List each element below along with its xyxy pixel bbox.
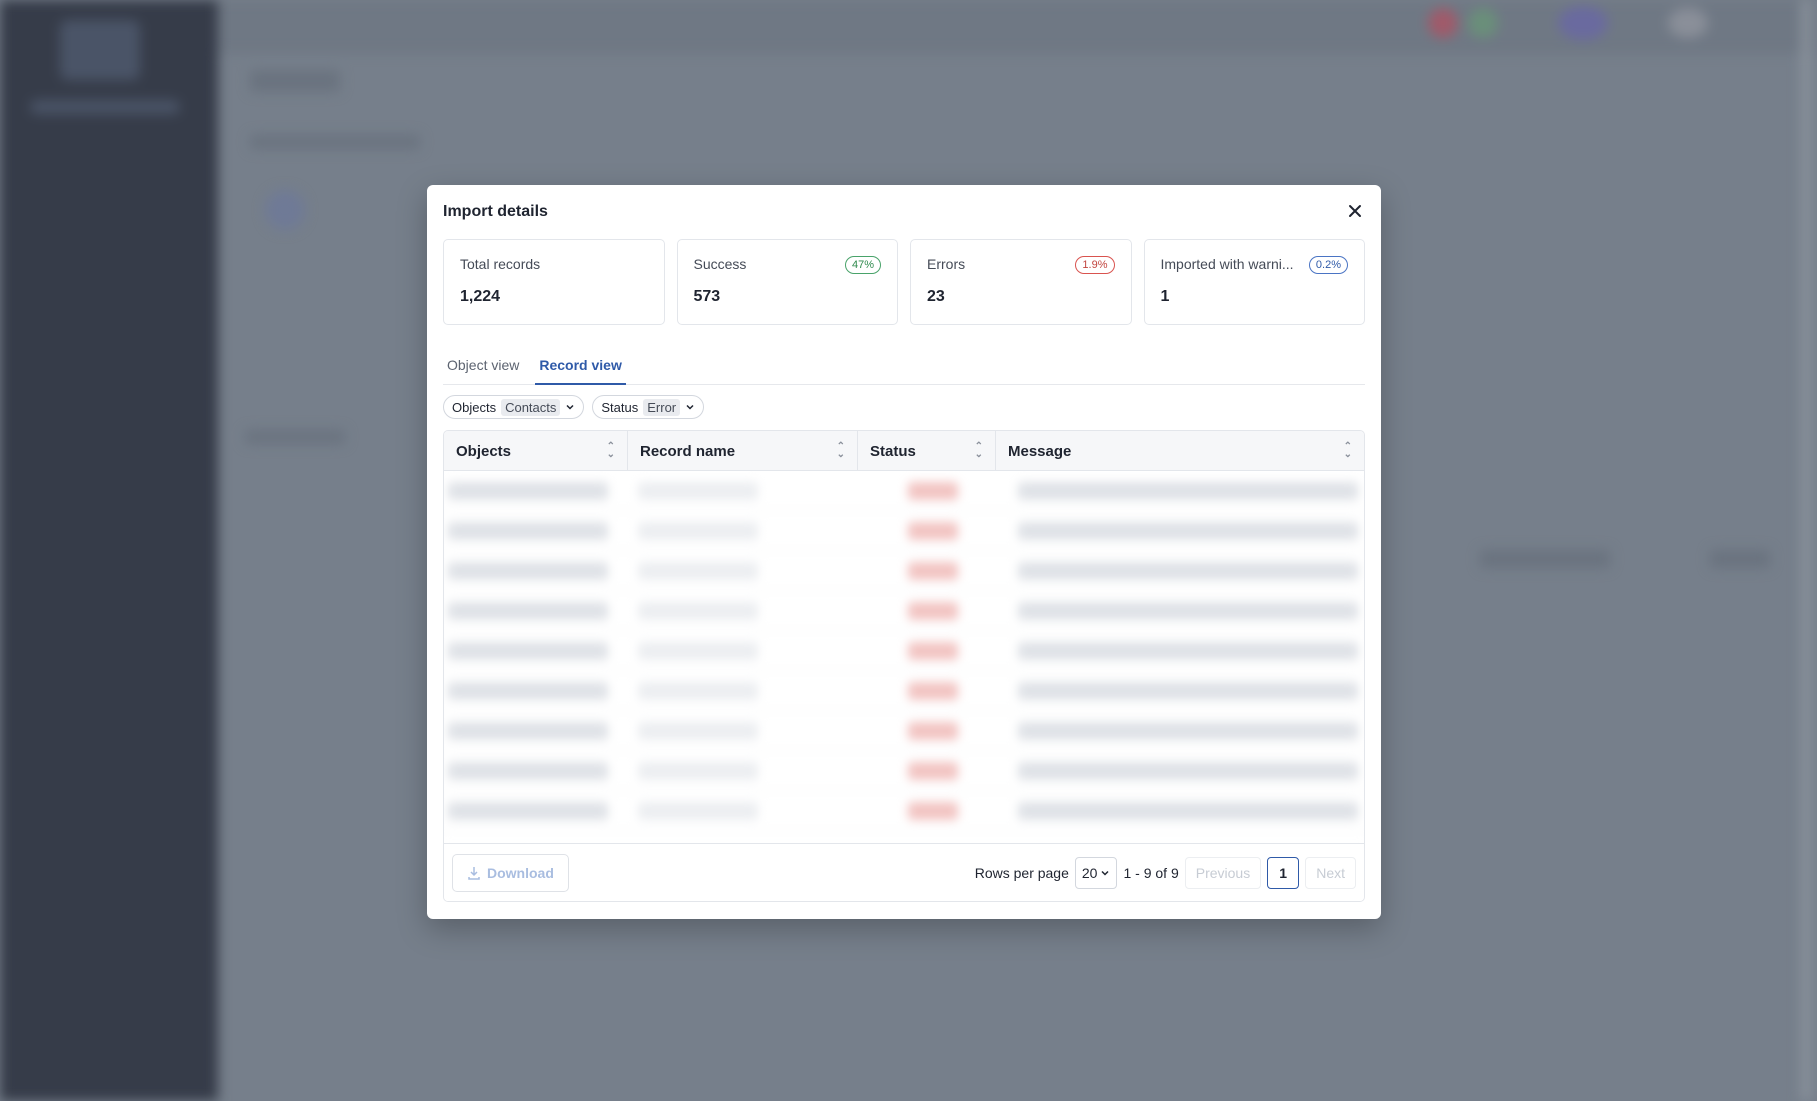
background-sidebar [0, 0, 218, 1101]
table-row [444, 671, 1364, 711]
errors-percent-badge: 1.9% [1075, 256, 1115, 274]
column-label: Record name [640, 442, 736, 460]
column-label: Objects [456, 442, 512, 460]
stat-value: 573 [693, 288, 721, 305]
import-details-dialog: Import details Total records 1,224 Succe… [427, 185, 1381, 919]
column-label: Status [870, 442, 916, 460]
chevron-down-icon [1101, 870, 1109, 876]
table-body-obscured [444, 471, 1364, 843]
range-text: 1 - 9 of 9 [1123, 864, 1179, 881]
stat-value: 23 [927, 288, 945, 305]
sort-icon: ⌃ ⌄ [1343, 441, 1352, 460]
table-header: Objects ⌃ ⌄ Record name ⌃ ⌄ Status ⌃ ⌄ Mess… [444, 431, 1364, 471]
column-header-record-name[interactable]: Record name ⌃ ⌄ [628, 431, 858, 471]
stat-value: 1 [1160, 288, 1170, 305]
stat-label: Success [693, 256, 747, 272]
table-row [444, 511, 1364, 551]
rows-per-page-value: 20 [1081, 864, 1098, 881]
objects-filter[interactable]: Objects Contacts [443, 395, 585, 419]
table-row [444, 591, 1364, 631]
pagination: Rows per page 20 1 - 9 of 9 Previous 1 N… [974, 856, 1356, 889]
filter-value: Error [643, 398, 681, 416]
stat-label: Errors [927, 256, 966, 272]
stat-card-total: Total records 1,224 [443, 239, 665, 325]
filter-label: Objects [452, 399, 497, 415]
rows-per-page-select[interactable]: 20 [1074, 856, 1118, 889]
table-footer: Download Rows per page 20 1 - 9 of 9 Pre… [444, 843, 1364, 901]
table-row [444, 791, 1364, 831]
sort-icon: ⌃ ⌄ [836, 441, 845, 460]
background-topbar [218, 0, 1817, 52]
table-row [444, 711, 1364, 751]
page-number-button[interactable]: 1 [1267, 856, 1300, 889]
column-label: Message [1008, 442, 1072, 460]
stat-label: Imported with warni... [1160, 256, 1294, 272]
filter-label: Status [601, 399, 639, 415]
stat-card-success: Success 47% 573 [676, 239, 898, 325]
rows-per-page-label: Rows per page [974, 864, 1069, 881]
stat-label: Total records [460, 256, 541, 272]
stat-card-warnings: Imported with warni... 0.2% 1 [1143, 239, 1365, 325]
table-row [444, 471, 1364, 511]
close-icon [1349, 205, 1361, 217]
sort-icon: ⌃ ⌄ [974, 441, 983, 460]
filter-bar: Objects Contacts Status Error [443, 395, 705, 419]
stats-summary: Total records 1,224 Success 47% 573 Erro… [443, 239, 1365, 325]
chevron-down-icon [686, 404, 694, 410]
table-row [444, 631, 1364, 671]
warnings-percent-badge: 0.2% [1308, 256, 1348, 274]
view-tabs: Object view Record view [443, 345, 1365, 385]
filter-value: Contacts [501, 398, 561, 416]
download-icon [468, 866, 480, 880]
column-header-objects[interactable]: Objects ⌃ ⌄ [444, 431, 628, 471]
stat-card-errors: Errors 1.9% 23 [910, 239, 1132, 325]
table-row [444, 551, 1364, 591]
close-button[interactable] [1343, 199, 1367, 223]
column-header-status[interactable]: Status ⌃ ⌄ [858, 431, 996, 471]
column-header-message[interactable]: Message ⌃ ⌄ [996, 431, 1364, 471]
sort-icon: ⌃ ⌄ [606, 441, 615, 460]
previous-button[interactable]: Previous [1184, 856, 1262, 889]
next-button[interactable]: Next [1305, 856, 1356, 889]
tab-record-view[interactable]: Record view [535, 345, 626, 385]
chevron-down-icon [566, 404, 574, 410]
stat-value: 1,224 [460, 288, 501, 305]
tab-object-view[interactable]: Object view [443, 345, 523, 385]
success-percent-badge: 47% [844, 256, 881, 274]
dialog-title: Import details [443, 203, 548, 220]
download-label: Download [487, 864, 554, 881]
status-filter[interactable]: Status Error [592, 395, 705, 419]
download-button[interactable]: Download [452, 853, 569, 892]
table-row [444, 751, 1364, 791]
records-table: Objects ⌃ ⌄ Record name ⌃ ⌄ Status ⌃ ⌄ Mess… [443, 430, 1365, 902]
